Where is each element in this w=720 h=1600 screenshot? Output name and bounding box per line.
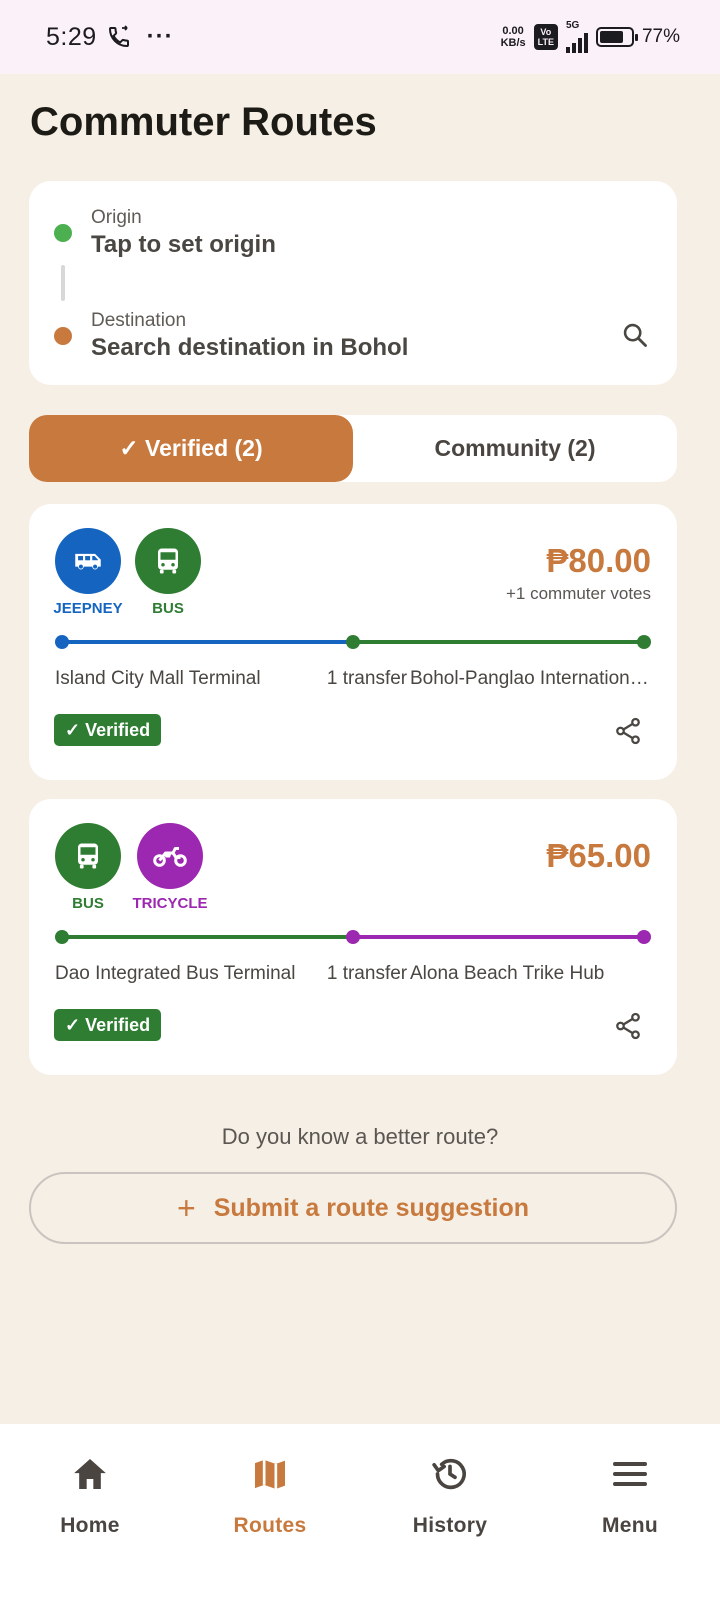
route-destination-stop: Bohol-Panglao International Airport [410, 668, 654, 689]
nav-item-routes[interactable]: Routes [180, 1424, 360, 1600]
status-time: 5:29 [46, 22, 97, 51]
route-votes: +1 commuter votes [505, 584, 651, 603]
nav-label-history: History [412, 1514, 488, 1537]
page-title: Commuter Routes [30, 100, 377, 144]
van-icon [55, 528, 121, 594]
nav-label-menu: Menu [601, 1514, 659, 1537]
menu-icon [613, 1462, 647, 1486]
track-node-transfer [346, 930, 360, 944]
mode-label: BUS [152, 600, 184, 617]
bus-icon [135, 528, 201, 594]
route-transfer-count: 1 transfer [326, 668, 408, 689]
track-node-end [637, 635, 651, 649]
net-speed: 0.00 KB/s [501, 25, 526, 49]
track-node-start [55, 930, 69, 944]
origin-destination-connector [61, 265, 65, 301]
track-node-start [55, 635, 69, 649]
share-icon[interactable] [613, 1011, 643, 1041]
network-type: 5G [565, 20, 580, 31]
status-left: 5:29 ··· [46, 23, 174, 52]
motorcycle-icon [137, 823, 203, 889]
better-route-prompt: Do you know a better route? [221, 1124, 499, 1149]
search-icon[interactable] [621, 321, 649, 349]
route-destination-stop: Alona Beach Trike Hub [410, 963, 605, 984]
share-icon[interactable] [613, 716, 643, 746]
track-segment-bus [353, 640, 645, 644]
battery-fill [599, 31, 624, 43]
battery-icon [595, 27, 638, 47]
plus-icon: + [177, 1190, 196, 1226]
wifi-calling-icon [108, 25, 129, 48]
map-icon [255, 1459, 285, 1489]
route-search-card: Origin Tap to set origin Destination Sea… [29, 181, 677, 385]
more-notifications-icon: ··· [146, 23, 174, 50]
route-filter-tabs: ✓ Verified (2) Community (2) [29, 415, 677, 482]
verified-badge: ✓ Verified [54, 714, 162, 746]
route-origin-stop: Island City Mall Terminal [55, 668, 261, 689]
route-card[interactable]: BUS TRICYCLE ₱65.00 Dao Integrated Bus T… [29, 799, 677, 1075]
volte-icon: Vo LTE [533, 24, 558, 50]
submit-route-suggestion-label: Submit a route suggestion [213, 1193, 529, 1222]
mode-jeepney: JEEPNEY [53, 528, 123, 617]
nav-label-home: Home [60, 1514, 120, 1537]
signal-bars [565, 31, 588, 53]
status-bar: 5:29 ··· 0.00 KB/s Vo LTE 5G 77% [0, 0, 720, 74]
destination-field[interactable]: Search destination in Bohol [91, 334, 408, 362]
submit-route-suggestion-button[interactable]: + Submit a route suggestion [29, 1172, 677, 1244]
route-transfer-count: 1 transfer [326, 963, 408, 984]
origin-field[interactable]: Tap to set origin [91, 231, 276, 259]
mode-label: TRICYCLE [132, 895, 208, 912]
track-node-transfer [346, 635, 360, 649]
home-icon [74, 1459, 106, 1489]
battery-percent: 77% [641, 26, 680, 47]
signal-icon: 5G [565, 20, 588, 53]
track-segment-tricycle [353, 935, 645, 939]
history-icon [432, 1458, 466, 1490]
track-segment-bus [61, 935, 353, 939]
mode-label: BUS [72, 895, 104, 912]
nav-label-routes: Routes [233, 1514, 307, 1537]
origin-dot-icon [54, 224, 72, 242]
bottom-navigation: Home Routes History Menu [0, 1424, 720, 1600]
origin-label: Origin [91, 207, 142, 228]
volte-bottom: LTE [537, 37, 554, 47]
route-origin-stop: Dao Integrated Bus Terminal [55, 963, 296, 984]
tab-verified[interactable]: ✓ Verified (2) [29, 415, 353, 482]
net-speed-value: 0.00 [502, 25, 524, 37]
mode-label: JEEPNEY [53, 600, 123, 617]
route-card[interactable]: JEEPNEY BUS ₱80.00 +1 commuter votes Isl… [29, 504, 677, 780]
track-node-end [637, 930, 651, 944]
tab-community[interactable]: Community (2) [353, 415, 677, 482]
route-price: ₱65.00 [546, 837, 651, 874]
mode-bus: BUS [135, 528, 201, 617]
volte-top: Vo [540, 27, 552, 37]
nav-item-menu[interactable]: Menu [540, 1424, 720, 1600]
route-price: ₱80.00 [546, 542, 651, 579]
net-speed-unit: KB/s [500, 37, 526, 49]
destination-dot-icon [54, 327, 72, 345]
track-segment-jeepney [61, 640, 353, 644]
destination-label: Destination [91, 310, 187, 331]
verified-badge: ✓ Verified [54, 1009, 162, 1041]
route-track [55, 634, 651, 650]
bus-icon [55, 823, 121, 889]
nav-item-history[interactable]: History [360, 1424, 540, 1600]
mode-tricycle: TRICYCLE [133, 823, 208, 912]
nav-item-home[interactable]: Home [0, 1424, 180, 1600]
route-track [55, 929, 651, 945]
status-right: 0.00 KB/s Vo LTE 5G 77% [501, 21, 680, 53]
mode-bus: BUS [55, 823, 121, 912]
